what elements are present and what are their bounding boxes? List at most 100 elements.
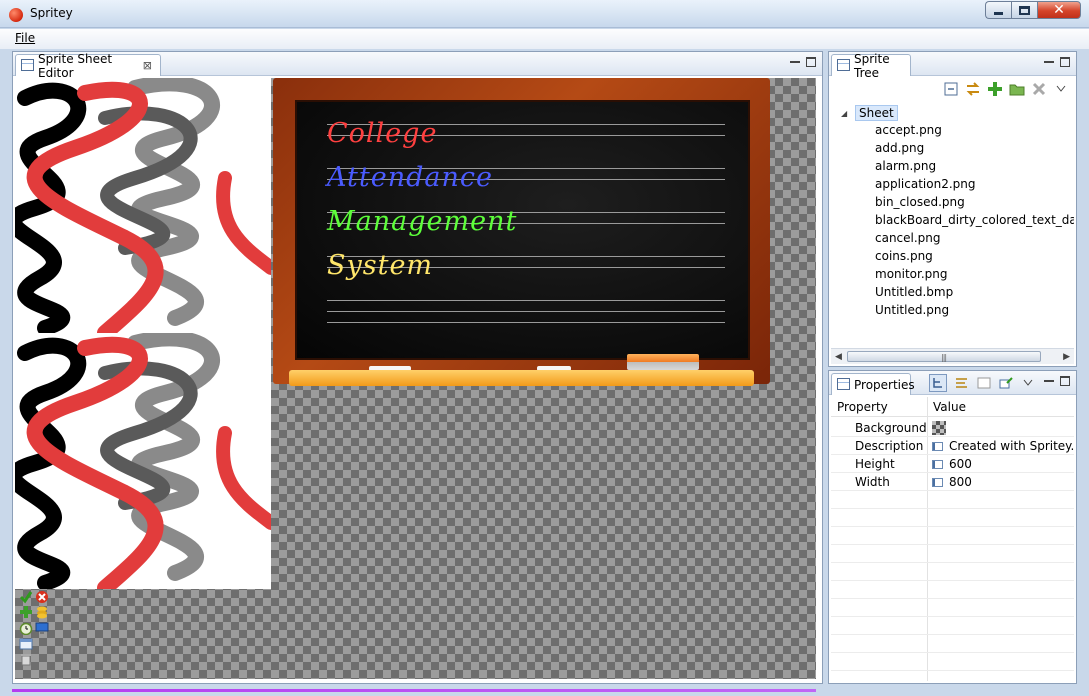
property-row-background[interactable]: Background (831, 419, 1074, 437)
board-text-line-3: Management (327, 206, 518, 237)
tree-root-label: Sheet (855, 105, 898, 121)
tab-properties[interactable]: Properties (831, 373, 915, 395)
filter-icon[interactable] (975, 374, 993, 392)
column-header-value[interactable]: Value (933, 400, 966, 414)
tree-tab-bar: Sprite Tree (829, 52, 1076, 80)
properties-table: Property Value Background Description Cr… (831, 397, 1074, 681)
text-value-icon (932, 442, 943, 451)
application-icon[interactable] (19, 637, 33, 651)
status-strip (12, 689, 816, 692)
accept-icon[interactable] (19, 590, 33, 604)
background-swatch-icon (932, 421, 946, 435)
tab-sprite-sheet-editor[interactable]: Sprite Sheet Editor ⊠ (15, 52, 161, 80)
monitor-icon[interactable] (35, 621, 49, 635)
tree-node-sheet[interactable]: ◢ Sheet (841, 105, 898, 121)
property-row-empty (831, 599, 1074, 617)
properties-tab-bar: Properties (829, 371, 1076, 395)
column-header-property[interactable]: Property (837, 400, 888, 414)
view-minimize-icon[interactable] (790, 57, 800, 63)
tree-horizontal-scrollbar[interactable]: ◀ ||| ▶ (831, 348, 1074, 364)
scroll-thumb[interactable]: ||| (847, 351, 1041, 362)
board-rule-line (327, 322, 725, 323)
tab-sprite-tree[interactable]: Sprite Tree (831, 52, 911, 80)
property-value (932, 421, 946, 435)
property-row-empty (831, 491, 1074, 509)
scribble-drawing (15, 78, 271, 333)
property-row-empty (831, 653, 1074, 671)
view-minimize-icon[interactable] (1044, 57, 1054, 63)
board-rule-line (327, 300, 725, 301)
tree-item[interactable]: Untitled.bmp (875, 285, 953, 299)
board-text-line-2: Attendance (327, 162, 493, 193)
tree-item[interactable]: alarm.png (875, 159, 936, 173)
tree-item[interactable]: cancel.png (875, 231, 941, 245)
editor-tab-icon (21, 59, 34, 71)
scroll-right-icon[interactable]: ▶ (1063, 352, 1070, 362)
board-text-line-1: College (327, 118, 438, 149)
expand-icon[interactable]: ◢ (841, 109, 849, 118)
cancel-icon[interactable] (35, 590, 49, 604)
property-row-height[interactable]: Height 600 (831, 455, 1074, 473)
tree-item[interactable]: bin_closed.png (875, 195, 965, 209)
close-window-button[interactable]: ✕ (1037, 1, 1081, 19)
editor-tab-bar: Sprite Sheet Editor ⊠ (13, 52, 822, 80)
tree-toolbar (942, 79, 1070, 99)
collapse-all-icon[interactable] (942, 80, 960, 98)
pin-icon[interactable] (997, 374, 1015, 392)
sprite-scribble-bottom[interactable] (15, 333, 271, 589)
view-menu-icon[interactable] (1019, 374, 1037, 392)
window-controls: ✕ (985, 1, 1081, 19)
window-title: Spritey (30, 6, 73, 20)
add-icon[interactable] (19, 605, 33, 619)
tree-item[interactable]: add.png (875, 141, 924, 155)
scroll-grip: ||| (941, 353, 947, 362)
property-row-empty (831, 581, 1074, 599)
tree-item[interactable]: accept.png (875, 123, 942, 137)
link-with-editor-icon[interactable] (964, 80, 982, 98)
sprite-sheet-canvas[interactable]: College Attendance Management System (15, 78, 816, 679)
properties-tab-icon (837, 378, 850, 390)
tree-item[interactable]: Untitled.png (875, 303, 949, 317)
view-menu-icon[interactable] (1052, 80, 1070, 98)
property-name: Width (855, 475, 890, 489)
add-sprite-icon[interactable] (986, 80, 1004, 98)
menu-file[interactable]: File (15, 31, 35, 45)
show-categories-icon[interactable] (929, 374, 947, 392)
tree-item[interactable]: blackBoard_dirty_colored_text_darker.p (875, 213, 1074, 227)
tab-close-icon[interactable]: ⊠ (143, 59, 152, 72)
tree-item[interactable]: coins.png (875, 249, 933, 263)
property-row-empty (831, 635, 1074, 653)
add-folder-icon[interactable] (1008, 80, 1026, 98)
tree-item[interactable]: application2.png (875, 177, 975, 191)
property-row-width[interactable]: Width 800 (831, 473, 1074, 491)
alarm-icon[interactable] (19, 621, 33, 635)
sprite-blackboard[interactable]: College Attendance Management System (273, 78, 770, 386)
delete-icon[interactable] (1030, 80, 1048, 98)
board-text-line-4: System (327, 250, 434, 281)
sprite-sheet-editor-view: Sprite Sheet Editor ⊠ College Attendance… (12, 51, 823, 684)
property-name: Description (855, 439, 924, 453)
view-minimize-icon[interactable] (1044, 376, 1054, 382)
app-icon (9, 8, 23, 22)
sprite-tree-view: Sprite Tree ◢ Sheet accept.png add.png a… (828, 51, 1077, 367)
property-value: 600 (932, 457, 972, 471)
tab-label: Sprite Tree (854, 51, 890, 80)
properties-header: Property Value (831, 397, 1074, 417)
coins-icon[interactable] (35, 605, 49, 619)
board-rule-line (327, 311, 725, 312)
tree-item[interactable]: monitor.png (875, 267, 948, 281)
view-maximize-icon[interactable] (806, 57, 816, 67)
maximize-button[interactable] (1011, 1, 1037, 19)
tree-tab-icon (837, 59, 850, 71)
view-maximize-icon[interactable] (1060, 57, 1070, 67)
view-maximize-icon[interactable] (1060, 376, 1070, 386)
property-row-description[interactable]: Description Created with Spritey. (831, 437, 1074, 455)
scroll-left-icon[interactable]: ◀ (835, 352, 842, 362)
minimize-icon (994, 11, 1003, 15)
minimize-button[interactable] (985, 1, 1011, 19)
tab-label: Properties (854, 377, 915, 392)
property-name: Height (855, 457, 895, 471)
sprite-scribble-top[interactable] (15, 78, 271, 333)
bin-closed-icon[interactable] (19, 652, 33, 666)
show-advanced-icon[interactable] (953, 374, 971, 392)
